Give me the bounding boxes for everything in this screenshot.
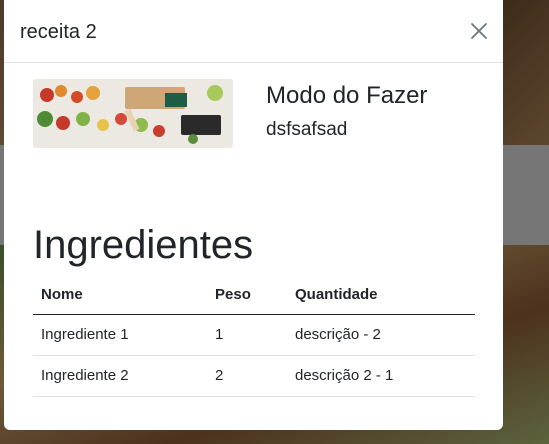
recipe-modal: receita 2 Modo do Fazer dsfsafsad Ingred… bbox=[4, 0, 503, 430]
cell-peso: 2 bbox=[207, 355, 287, 397]
cell-nome: Ingrediente 1 bbox=[33, 314, 207, 356]
table-header-row: Nome Peso Quantidade bbox=[33, 275, 475, 315]
cell-quantidade: descrição - 2 bbox=[287, 314, 475, 356]
food-photo-icon bbox=[33, 79, 233, 148]
recipe-method-text: dsfsafsad bbox=[266, 119, 348, 140]
close-icon bbox=[471, 23, 487, 39]
modal-header: receita 2 bbox=[4, 0, 503, 63]
column-header-peso: Peso bbox=[207, 275, 287, 315]
column-header-nome: Nome bbox=[33, 275, 207, 315]
cell-quantidade: descrição 2 - 1 bbox=[287, 355, 475, 397]
table-row: Ingrediente 1 1 descrição - 2 bbox=[33, 314, 475, 356]
cell-peso: 1 bbox=[207, 314, 287, 356]
close-button[interactable] bbox=[469, 21, 489, 41]
table-row: Ingrediente 2 2 descrição 2 - 1 bbox=[33, 355, 475, 397]
cell-nome: Ingrediente 2 bbox=[33, 355, 207, 397]
ingredients-table: Nome Peso Quantidade Ingrediente 1 1 des… bbox=[33, 275, 475, 397]
ingredients-title: Ingredientes bbox=[33, 223, 254, 267]
recipe-image bbox=[33, 79, 233, 148]
modal-title: receita 2 bbox=[20, 21, 97, 43]
recipe-method-heading: Modo do Fazer bbox=[266, 82, 428, 109]
column-header-quantidade: Quantidade bbox=[287, 275, 475, 315]
